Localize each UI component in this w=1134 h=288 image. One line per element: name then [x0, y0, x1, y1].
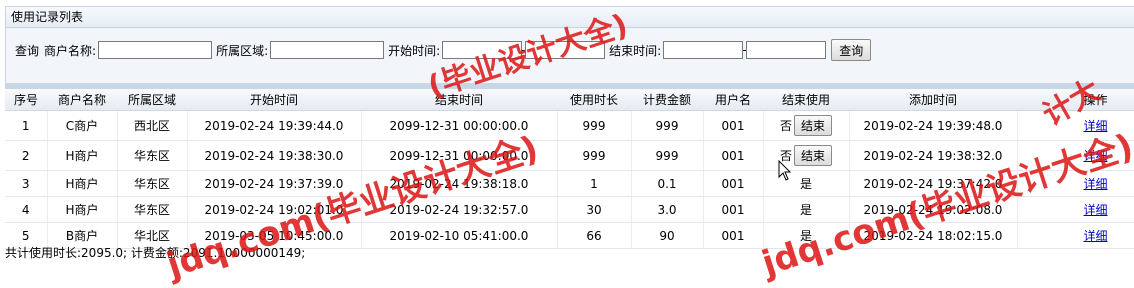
row-number: 3 — [5, 170, 48, 197]
amount-cell: 3.0 — [631, 196, 704, 223]
added-time-cell: 2019-02-24 18:02:15.0 — [849, 222, 1018, 249]
end-time-cell: 2019-02-24 19:38:18.0 — [361, 170, 558, 197]
start-time-to-input[interactable] — [525, 41, 606, 59]
region-cell: 华东区 — [117, 140, 188, 171]
detail-link[interactable]: 详细 — [1083, 119, 1107, 133]
start-time-cell: 2019-02-24 19:37:39.0 — [187, 170, 362, 197]
start-time-cell: 2019-02-24 19:39:44.0 — [187, 110, 362, 141]
table-header-row: 序号 商户名称 所属区域 开始时间 结束时间 使用时长 计费金额 用户名 结束使… — [5, 89, 1134, 111]
region-cell: 华东区 — [117, 196, 188, 223]
operation-cell: 详细 — [1017, 140, 1134, 171]
search-button[interactable]: 查询 — [831, 39, 872, 61]
row-number: 1 — [5, 110, 48, 141]
region-cell: 西北区 — [117, 110, 188, 141]
records-table: 序号 商户名称 所属区域 开始时间 结束时间 使用时长 计费金额 用户名 结束使… — [5, 89, 1134, 249]
duration-cell: 30 — [557, 196, 632, 223]
end-use-cell: 否结束 — [763, 110, 850, 141]
start-time-label: 开始时间: — [388, 43, 441, 58]
merchant-label: 商户名称: — [44, 43, 97, 58]
end-use-cell: 否结束 — [763, 140, 850, 171]
table-row: 4 H商户 华东区 2019-02-24 19:02:01.0 2019-02-… — [5, 196, 1134, 223]
merchant-cell: H商户 — [47, 170, 118, 197]
added-time-cell: 2019-02-24 19:39:48.0 — [849, 110, 1018, 141]
amount-cell: 999 — [631, 110, 704, 141]
detail-link[interactable]: 详细 — [1083, 203, 1107, 217]
col-header: 添加时间 — [849, 89, 1017, 111]
search-bar: 查询 商户名称: 所属区域: 开始时间: 结束时间: 查询 — [5, 28, 1134, 83]
col-header: 计费金额 — [631, 89, 703, 111]
search-row: 查询 商户名称: 所属区域: 开始时间: 结束时间: 查询 — [15, 39, 872, 61]
end-use-cell: 是 — [763, 196, 850, 223]
end-time-to-input[interactable] — [746, 41, 827, 59]
operation-cell: 详细 — [1017, 196, 1134, 223]
start-time-cell: 2019-02-24 19:02:01.0 — [187, 196, 362, 223]
duration-cell: 1 — [557, 170, 632, 197]
end-time-cell: 2099-12-31 00:00:00.0 — [361, 110, 558, 141]
detail-link[interactable]: 详细 — [1083, 229, 1107, 243]
query-label: 查询 — [15, 43, 40, 58]
usage-summary: 共计使用时长:2095.0; 计费金额:2091.10000000149; — [5, 246, 306, 260]
amount-cell: 90 — [631, 222, 704, 249]
duration-cell: 999 — [557, 110, 632, 141]
username-cell: 001 — [703, 110, 764, 141]
col-header: 操作 — [1017, 89, 1134, 111]
end-time-label: 结束时间: — [609, 43, 662, 58]
row-number: 4 — [5, 196, 48, 223]
start-time-cell: 2019-02-24 19:38:30.0 — [187, 140, 362, 171]
merchant-cell: H商户 — [47, 196, 118, 223]
row-number: 2 — [5, 140, 48, 171]
added-time-cell: 2019-02-24 19:37:42.0 — [849, 170, 1018, 197]
col-header: 所属区域 — [117, 89, 187, 111]
end-time-cell: 2019-02-24 19:32:57.0 — [361, 196, 558, 223]
table-row: 2 H商户 华东区 2019-02-24 19:38:30.0 2099-12-… — [5, 140, 1134, 171]
end-time-cell: 2019-02-10 05:41:00.0 — [361, 222, 558, 249]
detail-link[interactable]: 详细 — [1083, 177, 1107, 191]
duration-cell: 66 — [557, 222, 632, 249]
col-header: 序号 — [5, 89, 47, 111]
start-time-from-input[interactable] — [442, 41, 523, 59]
end-time-from-input[interactable] — [663, 41, 744, 59]
merchant-name-input[interactable] — [98, 41, 213, 59]
added-time-cell: 2019-02-24 19:02:08.0 — [849, 196, 1018, 223]
end-use-cell: 是 — [763, 222, 850, 249]
col-header: 结束时间 — [361, 89, 557, 111]
amount-cell: 999 — [631, 140, 704, 171]
table-row: 1 C商户 西北区 2019-02-24 19:39:44.0 2099-12-… — [5, 110, 1134, 141]
region-input[interactable] — [270, 41, 385, 59]
panel-title: 使用记录列表 — [5, 6, 1134, 28]
operation-cell: 详细 — [1017, 170, 1134, 197]
end-time-cell: 2099-12-31 00:00:00.0 — [361, 140, 558, 171]
col-header: 使用时长 — [557, 89, 631, 111]
merchant-cell: H商户 — [47, 140, 118, 171]
mouse-cursor-icon — [778, 160, 792, 181]
region-cell: 华东区 — [117, 170, 188, 197]
end-use-button[interactable]: 结束 — [794, 145, 833, 166]
region-label: 所属区域: — [216, 43, 269, 58]
detail-link[interactable]: 详细 — [1083, 149, 1107, 163]
added-time-cell: 2019-02-24 19:38:32.0 — [849, 140, 1018, 171]
end-use-button[interactable]: 结束 — [794, 115, 833, 136]
col-header: 商户名称 — [47, 89, 117, 111]
duration-cell: 999 — [557, 140, 632, 171]
col-header: 开始时间 — [187, 89, 361, 111]
table-row: 3 H商户 华东区 2019-02-24 19:37:39.0 2019-02-… — [5, 170, 1134, 197]
col-header: 结束使用 — [763, 89, 849, 111]
amount-cell: 0.1 — [631, 170, 704, 197]
operation-cell: 详细 — [1017, 110, 1134, 141]
username-cell: 001 — [703, 140, 764, 171]
end-use-cell: 是 — [763, 170, 850, 197]
ended-status: 否 — [779, 119, 792, 133]
username-cell: 001 — [703, 222, 764, 249]
username-cell: 001 — [703, 196, 764, 223]
col-header: 用户名 — [703, 89, 763, 111]
merchant-cell: C商户 — [47, 110, 118, 141]
operation-cell: 详细 — [1017, 222, 1134, 249]
username-cell: 001 — [703, 170, 764, 197]
